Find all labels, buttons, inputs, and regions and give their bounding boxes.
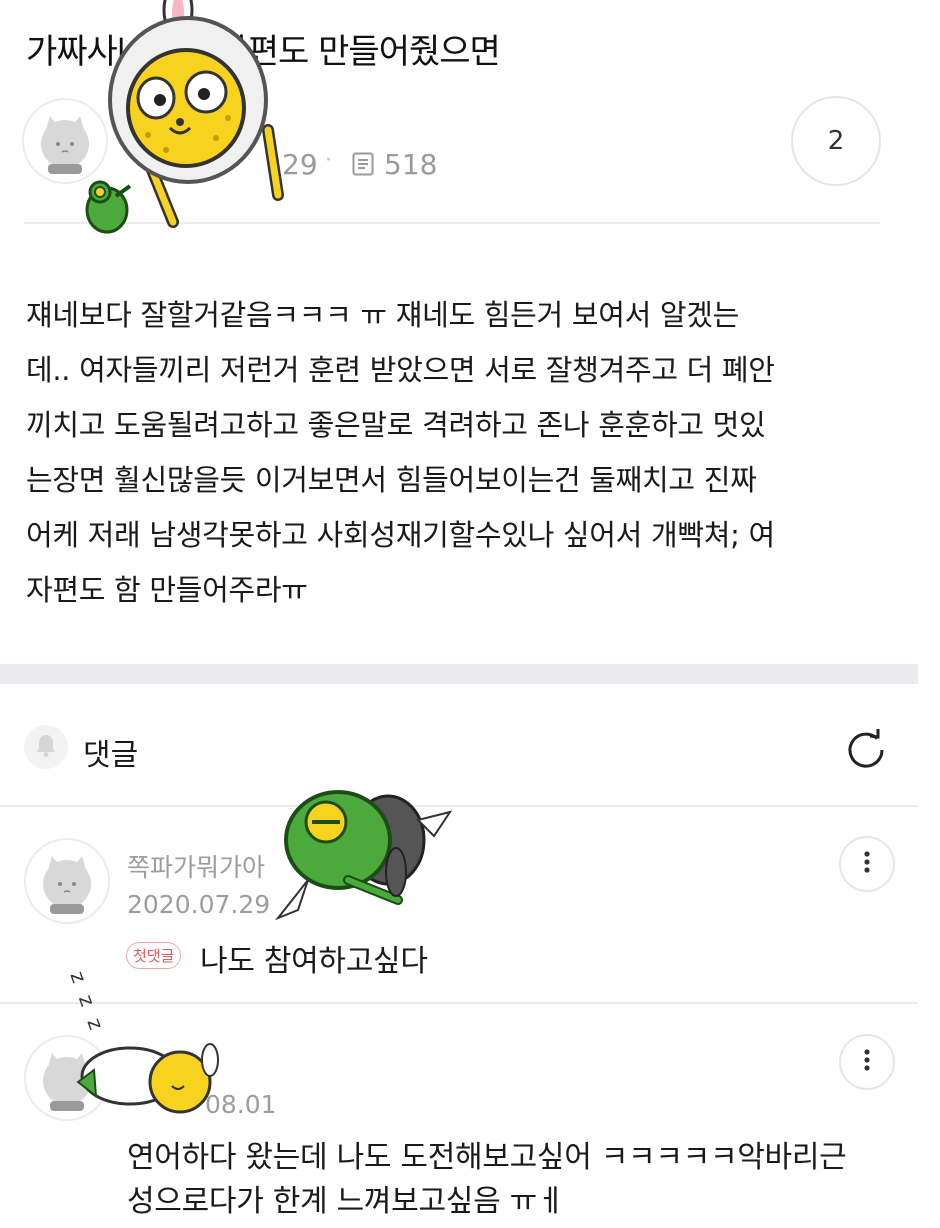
post-count: 518 [384, 148, 438, 181]
comment-text: 나도 참여하고싶다 [200, 944, 428, 979]
post-body-line: 쟤네보다 잘할거같음ㅋㅋㅋ ㅠ 쟤네도 힘든거 보여서 알겠는 [26, 298, 740, 332]
comment-count-button[interactable]: 2 [791, 96, 881, 186]
comment-avatar[interactable] [24, 1035, 110, 1121]
green-frog-paper-plane-sticker [268, 780, 458, 934]
comment-author[interactable]: 쪽파가뭐가아 [127, 848, 265, 884]
comment-text-line: 성으로다가 한계 느껴보고싶음 ㅠㅔ [127, 1184, 565, 1219]
comment-divider [0, 1002, 918, 1004]
first-comment-badge: 첫댓글 [126, 942, 182, 969]
refresh-icon [840, 729, 892, 780]
more-vertical-icon [864, 851, 870, 877]
comments-header-divider [0, 805, 918, 807]
author-avatar[interactable] [22, 98, 108, 184]
comment-date: 2020.07.29 [127, 890, 271, 919]
post-body-line: 끼치고 도움될려고하고 좋은말로 격려하고 존나 훈훈하고 멋있 [26, 408, 766, 442]
post-body-line: 자편도 함 만들어주라ㅠ [26, 573, 308, 607]
refresh-button[interactable] [840, 724, 892, 780]
post-views: 29 [282, 148, 318, 181]
post-body-line: 어케 저래 남생각못하고 사회성재기할수있나 싶어서 개빡쳐; 여 [26, 518, 775, 552]
notification-bell-button[interactable] [24, 725, 68, 769]
bell-icon [34, 732, 58, 762]
document-icon [352, 152, 374, 180]
comment-text-line: 연어하다 왔는데 나도 도전해보고싶어 ㅋㅋㅋㅋㅋ악바리근 [127, 1140, 847, 1175]
post-body: 쟤네보다 잘할거같음ㅋㅋㅋ ㅠ 쟤네도 힘든거 보여서 알겠는 데.. 여자들끼… [26, 288, 886, 618]
meta-separator: · [325, 148, 332, 173]
post-title: 가짜사나이 여자편도 만들어줬으면 [26, 32, 501, 72]
comment-date: 08.01 [205, 1090, 277, 1119]
comment-text: 연어하다 왔는데 나도 도전해보고싶어 ㅋㅋㅋㅋㅋ악바리근 성으로다가 한계 느… [127, 1136, 847, 1224]
post-body-line: 는장면 훨신많을듯 이거보면서 힘들어보이는건 둘째치고 진짜 [26, 463, 757, 497]
post-body-line: 데.. 여자들끼리 저런거 훈련 받았으면 서로 잘챙겨주고 더 폐안 [26, 353, 775, 387]
section-separator [0, 664, 918, 684]
comment-more-button[interactable] [839, 1034, 895, 1090]
comments-heading: 댓글 [83, 738, 139, 773]
header-divider [24, 222, 880, 224]
comment-more-button[interactable] [839, 836, 895, 892]
more-vertical-icon [864, 1049, 870, 1075]
comment-avatar[interactable] [24, 838, 110, 924]
